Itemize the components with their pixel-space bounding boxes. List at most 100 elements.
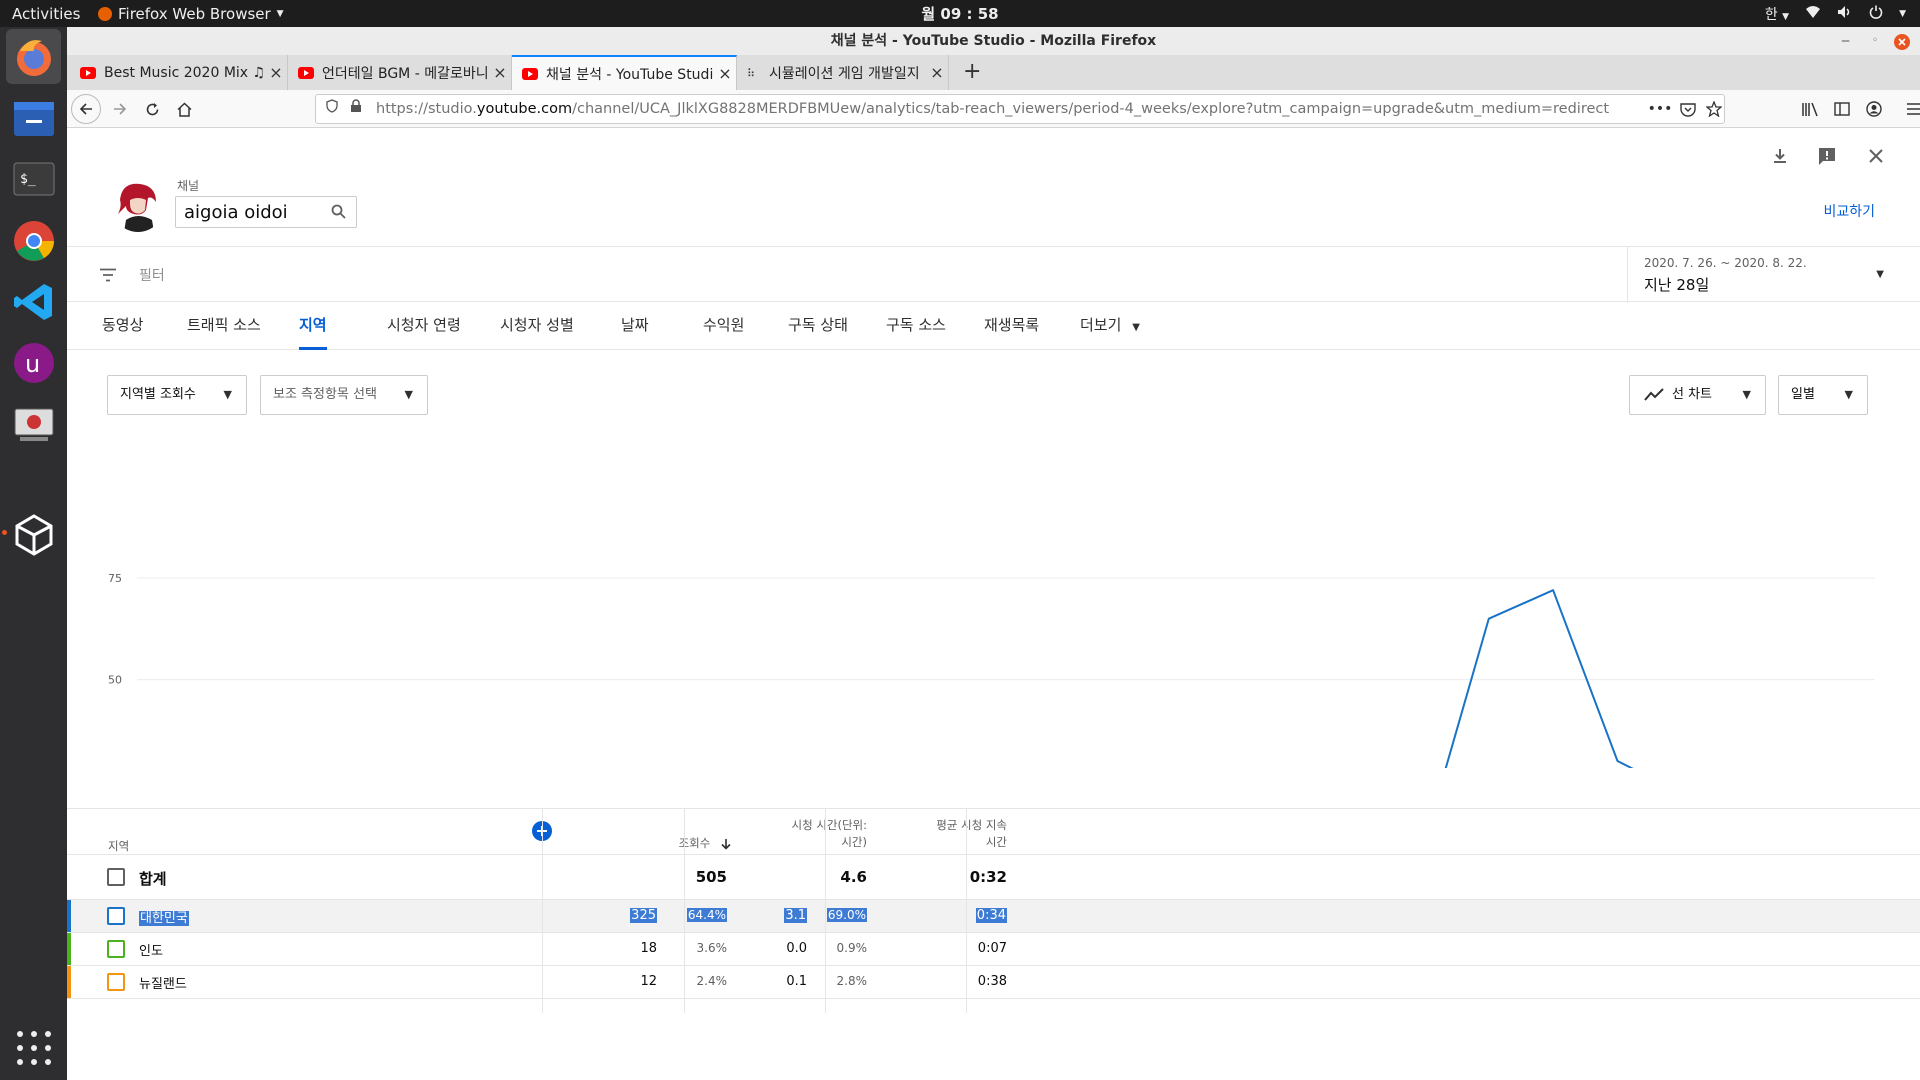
tab-date[interactable]: 날짜 [621, 302, 649, 350]
browser-tab[interactable]: Best Music 2020 Mix ♫ B × [70, 55, 288, 90]
forward-button[interactable] [105, 94, 135, 124]
table-row[interactable]: 대한민국 325 64.4% 3.1 69.0% 0:34 [67, 900, 1920, 933]
tab-revenue-source[interactable]: 수익원 [703, 302, 744, 350]
account-button[interactable] [1859, 94, 1889, 124]
url-bar[interactable]: https://studio.youtube.com/channel/UCA_J… [315, 94, 1725, 124]
row-checkbox[interactable] [107, 973, 125, 991]
header-avg-duration[interactable]: 평균 시청 지속 시간 [887, 817, 1007, 851]
tab-viewer-gender[interactable]: 시청자 성별 [500, 302, 574, 350]
chart-type-dropdown[interactable]: 선 차트 ▼ [1629, 375, 1766, 415]
terminal-icon: $_ [13, 162, 54, 195]
dock-vscode[interactable] [6, 274, 61, 329]
tab-playlist[interactable]: 재생목록 [984, 302, 1039, 350]
close-tab-button[interactable]: × [926, 63, 948, 82]
date-range-picker[interactable]: 2020. 7. 26. ~ 2020. 8. 22. 지난 28일 ▼ [1627, 247, 1920, 303]
youtube-icon [298, 66, 314, 79]
dock-firefox[interactable] [6, 29, 61, 84]
shield-icon[interactable] [326, 95, 338, 123]
app-menu[interactable]: Firefox Web Browser ▼ [98, 5, 284, 23]
row-checkbox[interactable] [107, 907, 125, 925]
total-checkbox[interactable] [107, 868, 125, 886]
dock: $_ u [0, 27, 67, 1080]
dock-show-apps[interactable] [6, 1020, 61, 1075]
close-tab-button[interactable]: × [265, 63, 287, 82]
filter-input[interactable]: 필터 [139, 265, 165, 285]
metric-dropdown[interactable]: 지역별 조회수 ▼ [107, 375, 247, 415]
analytics-tabs: 동영상 트래픽 소스 지역 시청자 연령 시청자 성별 날짜 수익원 구독 상태… [67, 302, 1920, 350]
header-views[interactable]: 조회수 [602, 835, 732, 852]
browser-tab[interactable]: 언더테일 BGM - 메갈로바니아 × [288, 55, 512, 90]
sidebar-button[interactable] [1827, 94, 1857, 124]
hamburger-icon [1907, 103, 1920, 115]
home-button[interactable] [169, 94, 199, 124]
feedback-button[interactable] [1811, 140, 1843, 172]
views-percent: 3.6% [696, 941, 728, 955]
arrow-left-icon [79, 103, 92, 115]
svg-text:$_: $_ [20, 172, 36, 187]
input-method-indicator[interactable]: 한 ▼ [1765, 4, 1789, 24]
pocket-icon [1680, 102, 1696, 117]
reload-button[interactable] [137, 94, 167, 124]
youtube-icon [522, 67, 538, 80]
back-button[interactable] [71, 94, 101, 124]
filter-icon[interactable] [99, 267, 117, 286]
close-tab-button[interactable]: × [489, 63, 511, 82]
tab-videos[interactable]: 동영상 [102, 302, 143, 350]
dock-unity[interactable] [6, 507, 61, 562]
dock-screenshot[interactable] [6, 397, 61, 452]
tab-geography[interactable]: 지역 [299, 302, 327, 350]
interval-dropdown[interactable]: 일별 ▼ [1778, 375, 1868, 415]
bookmark-star-button[interactable] [1699, 94, 1729, 124]
tab-traffic-source[interactable]: 트래픽 소스 [187, 302, 261, 350]
views-value: 12 [640, 974, 657, 989]
column-divider [966, 808, 967, 1013]
browser-tab-active[interactable]: 채널 분석 - YouTube Studio × [512, 55, 737, 90]
library-button[interactable] [1795, 94, 1825, 124]
total-watch-time: 4.6 [840, 868, 867, 886]
secondary-metric-dropdown[interactable]: 보조 측정항목 선택 ▼ [260, 375, 428, 415]
table-row[interactable]: 뉴질랜드 12 2.4% 0.1 2.8% 0:38 [67, 966, 1920, 999]
table-row[interactable]: 인도 18 3.6% 0.0 0.9% 0:07 [67, 933, 1920, 966]
views-line-chart: 02550752020. 7. 26.2020. 7. 31.2020. 8. … [108, 572, 1875, 768]
activities-button[interactable]: Activities [0, 5, 98, 23]
tab-subscription-source[interactable]: 구독 소스 [886, 302, 946, 350]
column-divider [684, 808, 685, 1013]
region-name: 뉴질랜드 [139, 977, 187, 992]
dock-terminal[interactable]: $_ [6, 151, 61, 206]
close-analytics-button[interactable] [1860, 140, 1892, 172]
header-watch-time[interactable]: 시청 시간(단위: 시간) [747, 817, 868, 851]
tab-subscription-status[interactable]: 구독 상태 [788, 302, 848, 350]
channel-selector[interactable]: aigoia oidoi [175, 196, 357, 228]
compare-button[interactable]: 비교하기 [1823, 201, 1875, 221]
tab-viewer-age[interactable]: 시청자 연령 [387, 302, 461, 350]
search-icon[interactable] [331, 204, 346, 223]
filter-bar[interactable]: 필터 2020. 7. 26. ~ 2020. 8. 22. 지난 28일 ▼ [67, 246, 1920, 303]
gnome-top-bar: Activities Firefox Web Browser ▼ 월 09 : … [0, 0, 1920, 27]
unity-icon [15, 513, 52, 556]
dock-chrome[interactable] [6, 213, 61, 268]
svg-text:u: u [25, 350, 40, 378]
menu-button[interactable] [1899, 94, 1920, 124]
table-header-row: 지역 조회수 시청 시간(단위: 시간) 평균 시청 지속 시간 [67, 808, 1920, 855]
system-tray[interactable]: 한 ▼ ▼ [1765, 0, 1906, 27]
minimize-button[interactable]: ‒ [1841, 27, 1850, 55]
lock-icon[interactable] [350, 95, 362, 123]
page-actions-button[interactable]: ••• [1645, 94, 1675, 124]
tab-more[interactable]: 더보기 ▼ [1080, 302, 1140, 350]
volume-icon [1837, 5, 1853, 23]
download-button[interactable] [1764, 140, 1796, 172]
total-views: 505 [695, 868, 727, 886]
new-tab-button[interactable]: + [963, 59, 981, 84]
chevron-down-icon: ▼ [1132, 322, 1140, 333]
vscode-icon [13, 283, 52, 320]
row-checkbox[interactable] [107, 940, 125, 958]
url-host: youtube.com [476, 101, 573, 117]
dock-unity-hub[interactable]: u [6, 335, 61, 390]
dock-files[interactable] [6, 90, 61, 145]
clock[interactable]: 월 09 : 58 [921, 3, 998, 24]
browser-tab[interactable]: ⠷ 시뮬레이션 게임 개발일지 × [737, 55, 949, 90]
close-tab-button[interactable]: × [714, 64, 736, 83]
watch-time-percent: 0.9% [836, 941, 868, 955]
maximize-button[interactable]: ◦ [1872, 27, 1878, 55]
views-value: 18 [640, 941, 657, 956]
